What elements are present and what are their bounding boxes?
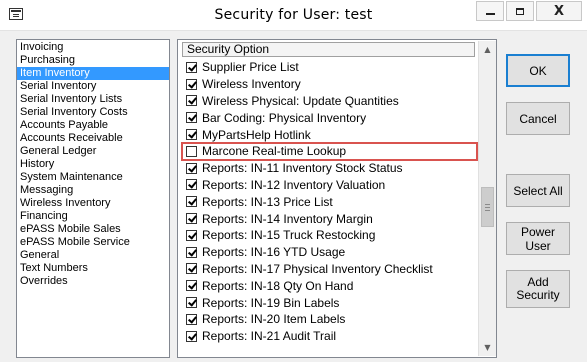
category-item[interactable]: Wireless Inventory	[17, 197, 169, 210]
security-option-row[interactable]: Reports: IN-14 Inventory Margin	[182, 210, 477, 227]
option-checkbox[interactable]	[186, 129, 197, 141]
option-label: Reports: IN-18 Qty On Hand	[202, 278, 354, 293]
close-icon: X	[553, 3, 565, 19]
grip-line	[485, 210, 490, 211]
option-label: Reports: IN-16 YTD Usage	[202, 245, 346, 260]
option-checkbox[interactable]	[186, 330, 197, 342]
security-option-row[interactable]: Marcone Real-time Lookup	[181, 141, 478, 161]
option-label: Reports: IN-12 Inventory Valuation	[202, 177, 386, 192]
category-item[interactable]: History	[17, 158, 169, 171]
security-option-row[interactable]: Wireless Inventory	[182, 76, 477, 93]
category-item[interactable]: ePASS Mobile Service	[17, 236, 169, 249]
option-label: Reports: IN-19 Bin Labels	[202, 295, 340, 310]
cancel-button[interactable]: Cancel	[506, 102, 570, 135]
option-label: Reports: IN-15 Truck Restocking	[202, 228, 376, 243]
option-checkbox[interactable]	[186, 112, 197, 124]
category-item[interactable]: Accounts Payable	[17, 119, 169, 132]
vertical-scrollbar[interactable]: ▲ ▼	[478, 41, 496, 356]
category-item[interactable]: Financing	[17, 210, 169, 223]
power-user-button[interactable]: Power User	[506, 222, 570, 255]
security-option-row[interactable]: Reports: IN-13 Price List	[182, 193, 477, 210]
security-option-row[interactable]: Reports: IN-18 Qty On Hand	[182, 277, 477, 294]
category-item[interactable]: Item Inventory	[17, 67, 169, 80]
category-item[interactable]: Overrides	[17, 275, 169, 288]
option-checkbox[interactable]	[186, 95, 197, 107]
security-option-row[interactable]: Reports: IN-15 Truck Restocking	[182, 227, 477, 244]
category-item[interactable]: General	[17, 249, 169, 262]
security-option-row[interactable]: Reports: IN-16 YTD Usage	[182, 244, 477, 261]
option-checkbox[interactable]	[186, 196, 197, 208]
minimize-icon	[485, 13, 495, 15]
security-option-row[interactable]: MyPartsHelp Hotlink	[182, 126, 477, 143]
category-item[interactable]: Accounts Receivable	[17, 132, 169, 145]
option-checkbox[interactable]	[186, 145, 197, 157]
category-item[interactable]: ePASS Mobile Sales	[17, 223, 169, 236]
security-option-row[interactable]: Bar Coding: Physical Inventory	[182, 109, 477, 126]
add-security-button[interactable]: Add Security	[506, 270, 570, 308]
option-label: Wireless Physical: Update Quantities	[202, 93, 399, 108]
option-checkbox[interactable]	[186, 229, 197, 241]
option-checkbox[interactable]	[186, 297, 197, 309]
security-option-row[interactable]: Reports: IN-19 Bin Labels	[182, 294, 477, 311]
option-checkbox[interactable]	[186, 263, 197, 275]
option-label: Reports: IN-14 Inventory Margin	[202, 211, 373, 226]
option-label: Marcone Real-time Lookup	[202, 144, 347, 159]
grip-line	[485, 204, 490, 205]
category-item[interactable]: General Ledger	[17, 145, 169, 158]
ok-button[interactable]: OK	[506, 54, 570, 87]
security-option-row[interactable]: Reports: IN-11 Inventory Stock Status	[182, 160, 477, 177]
option-label: Bar Coding: Physical Inventory	[202, 110, 367, 125]
option-checkbox[interactable]	[186, 78, 197, 90]
security-option-row[interactable]: Supplier Price List	[182, 59, 477, 76]
category-item[interactable]: Serial Inventory Costs	[17, 106, 169, 119]
security-option-row[interactable]: Reports: IN-12 Inventory Valuation	[182, 177, 477, 194]
security-options-list: Supplier Price List Wireless Inventory Wir…	[181, 59, 478, 345]
option-checkbox[interactable]	[186, 179, 197, 191]
option-label: Reports: IN-17 Physical Inventory Checkl…	[202, 261, 433, 276]
option-label: MyPartsHelp Hotlink	[202, 127, 311, 142]
option-label: Reports: IN-11 Inventory Stock Status	[202, 161, 403, 176]
column-header-security-option[interactable]: Security Option	[182, 42, 475, 57]
scroll-thumb[interactable]	[481, 187, 494, 227]
title-bar: Security for User: test X	[0, 0, 587, 31]
category-list[interactable]: Invoicing Purchasing Item Inventory Serial …	[16, 39, 170, 358]
scroll-down-arrow-icon[interactable]: ▼	[479, 339, 496, 356]
option-label: Wireless Inventory	[202, 77, 301, 92]
security-option-row[interactable]: Reports: IN-17 Physical Inventory Checkl…	[182, 261, 477, 278]
option-checkbox[interactable]	[186, 280, 197, 292]
category-item[interactable]: Purchasing	[17, 54, 169, 67]
option-label: Supplier Price List	[202, 60, 299, 75]
security-option-row[interactable]: Reports: IN-21 Audit Trail	[182, 328, 477, 345]
category-item[interactable]: Messaging	[17, 184, 169, 197]
category-item[interactable]: Serial Inventory	[17, 80, 169, 93]
option-label: Reports: IN-21 Audit Trail	[202, 329, 337, 344]
option-checkbox[interactable]	[186, 246, 197, 258]
select-all-button[interactable]: Select All	[506, 174, 570, 207]
category-item[interactable]: Text Numbers	[17, 262, 169, 275]
grip-line	[485, 207, 490, 208]
category-item[interactable]: Invoicing	[17, 41, 169, 54]
option-label: Reports: IN-13 Price List	[202, 194, 333, 209]
close-button[interactable]: X	[536, 1, 582, 21]
category-item[interactable]: Serial Inventory Lists	[17, 93, 169, 106]
option-checkbox[interactable]	[186, 313, 197, 325]
option-checkbox[interactable]	[186, 162, 197, 174]
security-option-row[interactable]: Reports: IN-20 Item Labels	[182, 311, 477, 328]
maximize-icon	[516, 7, 524, 15]
scroll-up-arrow-icon[interactable]: ▲	[479, 41, 496, 58]
minimize-button[interactable]	[476, 1, 504, 21]
maximize-button[interactable]	[506, 1, 534, 21]
option-checkbox[interactable]	[186, 213, 197, 225]
security-options-panel: Security Option Supplier Price List Wirel…	[177, 39, 497, 358]
category-item[interactable]: System Maintenance	[17, 171, 169, 184]
security-option-row[interactable]: Wireless Physical: Update Quantities	[182, 93, 477, 110]
option-label: Reports: IN-20 Item Labels	[202, 312, 346, 327]
option-checkbox[interactable]	[186, 61, 197, 73]
